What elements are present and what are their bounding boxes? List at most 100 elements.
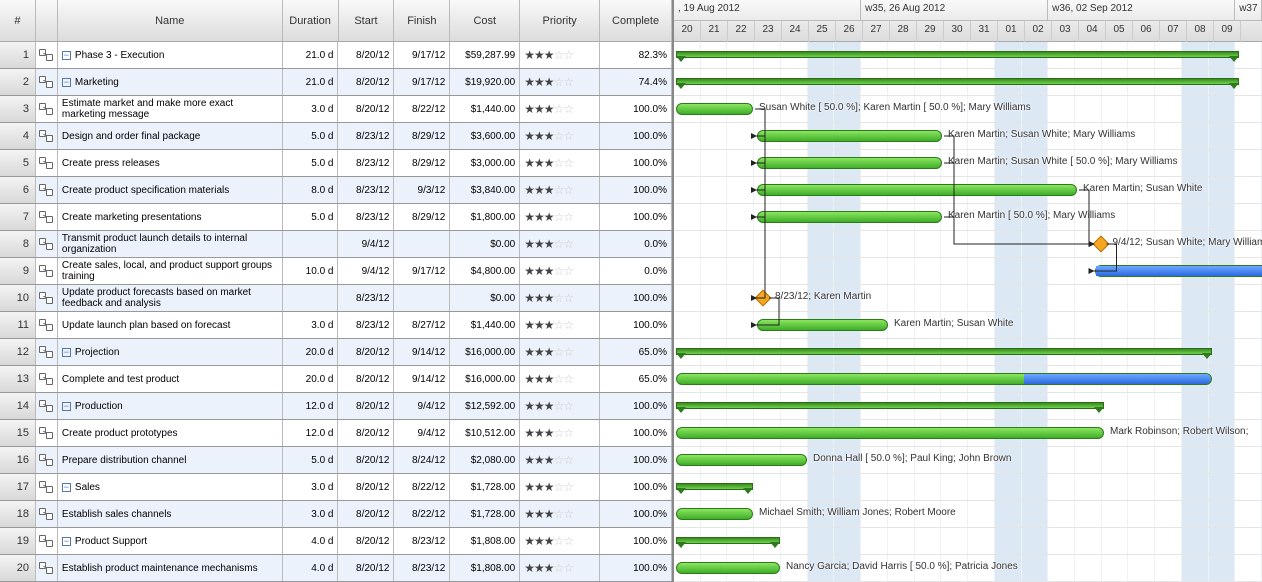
start-cell[interactable]: 8/20/12 — [338, 42, 394, 68]
gantt-row[interactable] — [674, 474, 1262, 501]
gantt-row[interactable]: Karen Martin [ 50.0 %]; Mary Williams — [674, 204, 1262, 231]
row-number[interactable]: 13 — [0, 366, 36, 392]
duration-cell[interactable]: 12.0 d — [283, 420, 339, 446]
cost-cell[interactable]: $0.00 — [450, 231, 520, 257]
start-cell[interactable]: 8/23/12 — [338, 177, 394, 203]
cost-cell[interactable]: $2,080.00 — [450, 447, 520, 473]
gantt-row[interactable]: Susan White [ 50.0 %]; Karen Martin [ 50… — [674, 96, 1262, 123]
duration-cell[interactable]: 8.0 d — [283, 177, 339, 203]
gantt-chart[interactable]: , 19 Aug 2012w35, 26 Aug 2012w36, 02 Sep… — [674, 0, 1262, 582]
cost-cell[interactable]: $1,440.00 — [450, 312, 520, 338]
complete-cell[interactable]: 100.0% — [600, 420, 672, 446]
start-cell[interactable]: 8/23/12 — [338, 123, 394, 149]
outline-collapse-icon[interactable]: − — [62, 402, 71, 411]
start-cell[interactable]: 8/23/12 — [338, 312, 394, 338]
row-number[interactable]: 3 — [0, 96, 36, 122]
duration-cell[interactable]: 12.0 d — [283, 393, 339, 419]
duration-cell[interactable]: 20.0 d — [283, 366, 339, 392]
table-row[interactable]: 10Update product forecasts based on mark… — [0, 285, 672, 312]
start-cell[interactable]: 8/20/12 — [338, 528, 394, 554]
start-cell[interactable]: 8/20/12 — [338, 339, 394, 365]
start-cell[interactable]: 8/20/12 — [338, 366, 394, 392]
row-number[interactable]: 15 — [0, 420, 36, 446]
table-row[interactable]: 13Complete and test product20.0 d8/20/12… — [0, 366, 672, 393]
summary-bar[interactable] — [676, 348, 1212, 355]
cost-cell[interactable]: $1,808.00 — [450, 555, 520, 581]
table-row[interactable]: 14−Production12.0 d8/20/129/4/12$12,592.… — [0, 393, 672, 420]
complete-cell[interactable]: 0.0% — [600, 258, 672, 284]
cost-cell[interactable]: $10,512.00 — [450, 420, 520, 446]
task-bar[interactable] — [1095, 265, 1262, 277]
complete-cell[interactable]: 74.4% — [600, 69, 672, 95]
task-name-cell[interactable]: Establish sales channels — [58, 501, 283, 527]
cost-cell[interactable]: $1,440.00 — [450, 96, 520, 122]
summary-bar[interactable] — [676, 483, 753, 490]
start-cell[interactable]: 8/20/12 — [338, 474, 394, 500]
row-number[interactable]: 1 — [0, 42, 36, 68]
task-bar[interactable] — [757, 211, 942, 223]
table-row[interactable]: 20Establish product maintenance mechanis… — [0, 555, 672, 582]
col-header-complete[interactable]: Complete — [600, 0, 672, 41]
duration-cell[interactable]: 5.0 d — [283, 447, 339, 473]
finish-cell[interactable]: 9/17/12 — [394, 258, 450, 284]
gantt-row[interactable]: Nancy Garcia; David Harris [ 50.0 %]; Pa… — [674, 555, 1262, 582]
finish-cell[interactable]: 9/3/12 — [394, 177, 450, 203]
finish-cell[interactable]: 9/14/12 — [394, 339, 450, 365]
priority-cell[interactable]: ★★★☆☆ — [520, 339, 600, 365]
priority-cell[interactable]: ★★★☆☆ — [520, 312, 600, 338]
priority-cell[interactable]: ★★★☆☆ — [520, 474, 600, 500]
finish-cell[interactable]: 9/4/12 — [394, 393, 450, 419]
task-bar[interactable] — [676, 103, 753, 115]
start-cell[interactable]: 8/20/12 — [338, 393, 394, 419]
task-name-cell[interactable]: −Sales — [58, 474, 283, 500]
priority-cell[interactable]: ★★★☆☆ — [520, 231, 600, 257]
gantt-row[interactable] — [674, 366, 1262, 393]
row-number[interactable]: 8 — [0, 231, 36, 257]
start-cell[interactable]: 8/20/12 — [338, 447, 394, 473]
priority-cell[interactable]: ★★★☆☆ — [520, 366, 600, 392]
row-number[interactable]: 6 — [0, 177, 36, 203]
start-cell[interactable]: 8/23/12 — [338, 285, 394, 311]
complete-cell[interactable]: 100.0% — [600, 447, 672, 473]
table-row[interactable]: 9Create sales, local, and product suppor… — [0, 258, 672, 285]
gantt-row[interactable]: Karen Martin; Susan White [ 50.0 %]; Mar… — [674, 150, 1262, 177]
complete-cell[interactable]: 100.0% — [600, 528, 672, 554]
task-name-cell[interactable]: −Production — [58, 393, 283, 419]
task-name-cell[interactable]: Update product forecasts based on market… — [58, 285, 283, 311]
finish-cell[interactable]: 9/14/12 — [394, 366, 450, 392]
col-header-duration[interactable]: Duration — [283, 0, 339, 41]
priority-cell[interactable]: ★★★☆☆ — [520, 150, 600, 176]
duration-cell[interactable]: 3.0 d — [283, 501, 339, 527]
outline-collapse-icon[interactable]: − — [62, 51, 71, 60]
task-name-cell[interactable]: Update launch plan based on forecast — [58, 312, 283, 338]
complete-cell[interactable]: 82.3% — [600, 42, 672, 68]
finish-cell[interactable]: 8/22/12 — [394, 474, 450, 500]
row-number[interactable]: 2 — [0, 69, 36, 95]
row-number[interactable]: 9 — [0, 258, 36, 284]
finish-cell[interactable]: 8/29/12 — [394, 123, 450, 149]
cost-cell[interactable]: $1,728.00 — [450, 501, 520, 527]
duration-cell[interactable]: 20.0 d — [283, 339, 339, 365]
milestone-marker[interactable] — [1092, 236, 1109, 253]
cost-cell[interactable]: $19,920.00 — [450, 69, 520, 95]
row-number[interactable]: 14 — [0, 393, 36, 419]
duration-cell[interactable] — [283, 231, 339, 257]
gantt-row[interactable]: Michael Smith; William Jones; Robert Moo… — [674, 501, 1262, 528]
duration-cell[interactable]: 4.0 d — [283, 528, 339, 554]
row-number[interactable]: 11 — [0, 312, 36, 338]
priority-cell[interactable]: ★★★☆☆ — [520, 204, 600, 230]
cost-cell[interactable]: $3,000.00 — [450, 150, 520, 176]
row-number[interactable]: 18 — [0, 501, 36, 527]
complete-cell[interactable]: 100.0% — [600, 393, 672, 419]
finish-cell[interactable]: 8/23/12 — [394, 555, 450, 581]
complete-cell[interactable]: 100.0% — [600, 501, 672, 527]
start-cell[interactable]: 8/23/12 — [338, 204, 394, 230]
task-bar[interactable] — [757, 319, 888, 331]
finish-cell[interactable] — [394, 285, 450, 311]
priority-cell[interactable]: ★★★☆☆ — [520, 420, 600, 446]
gantt-row[interactable]: 8/23/12; Karen Martin — [674, 285, 1262, 312]
summary-bar[interactable] — [676, 51, 1239, 58]
task-bar[interactable] — [676, 454, 807, 466]
task-bar[interactable] — [757, 130, 942, 142]
col-header-start[interactable]: Start — [339, 0, 395, 41]
